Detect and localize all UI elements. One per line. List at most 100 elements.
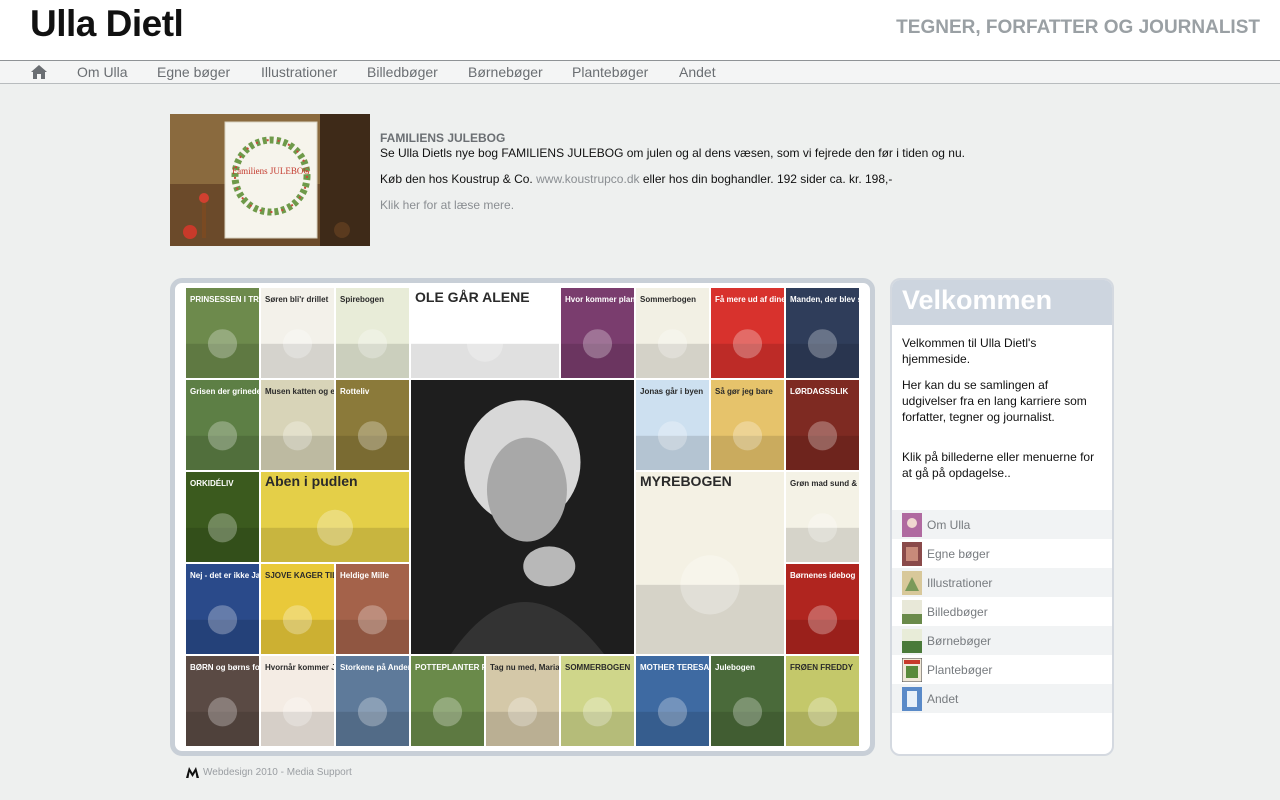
- book-cover[interactable]: Hvor kommer planterne fra: [561, 288, 634, 378]
- cover-title: FRØEN FREDDY: [790, 663, 854, 672]
- book-cover[interactable]: Manden, der blev sig selv: [786, 288, 859, 378]
- koustrup-link[interactable]: www.koustrupco.dk: [536, 172, 639, 186]
- book-cover[interactable]: Heldige Mille: [336, 564, 409, 654]
- side-menu-label: Andet: [927, 691, 959, 706]
- cover-title: Så gør jeg bare: [715, 387, 773, 396]
- side-menu: Om Ulla Egne bøger Illustrationer Billed…: [892, 510, 1112, 713]
- site-tagline: TEGNER, FORFATTER OG JOURNALIST: [896, 17, 1260, 38]
- side-menu-item-andet[interactable]: Andet: [892, 684, 1112, 713]
- book-cover[interactable]: Grisen der grinede: [186, 380, 259, 470]
- cover-title: SJOVE KAGER TIL FEST: [265, 571, 334, 580]
- site-title[interactable]: Ulla Dietl: [30, 3, 184, 45]
- book-cover[interactable]: FRØEN FREDDY: [786, 656, 859, 746]
- cover-title: MYREBOGEN: [640, 473, 732, 489]
- book-cover[interactable]: BØRN og børns forhold: [186, 656, 259, 746]
- side-menu-item-om-ulla[interactable]: Om Ulla: [892, 510, 1112, 539]
- book-cover[interactable]: Rotteliv: [336, 380, 409, 470]
- welcome-heading: Velkommen: [892, 280, 1112, 325]
- cover-title: POTTEPLANTER FRA LØG & KNOLDE: [415, 663, 484, 672]
- cover-title: Få mere ud af dine voksne: [715, 295, 784, 304]
- book-cover[interactable]: Grøn mad sund & glad: [786, 472, 859, 562]
- book-cover[interactable]: PRINSESSEN I TROLDBURET: [186, 288, 259, 378]
- book-cover[interactable]: SJOVE KAGER TIL FEST: [261, 564, 334, 654]
- book-cover[interactable]: Musen katten og elefanten: [261, 380, 334, 470]
- book-cover[interactable]: MYREBOGEN: [636, 472, 784, 654]
- nav-item-egne-boger[interactable]: Egne bøger: [157, 64, 230, 80]
- side-menu-label: Billedbøger: [927, 604, 988, 619]
- cover-title: Storkene på Andersens tag: [340, 663, 409, 672]
- book-cover[interactable]: Så gør jeg bare: [711, 380, 784, 470]
- cover-title: SOMMERBOGEN: [565, 663, 631, 672]
- cover-title: Aben i pudlen: [265, 473, 358, 489]
- feature-title: FAMILIENS JULEBOG: [380, 131, 506, 145]
- side-menu-item-egne-boger[interactable]: Egne bøger: [892, 539, 1112, 568]
- cover-title: Søren bli'r drillet: [265, 295, 329, 304]
- side-menu-item-borneboger[interactable]: Børnebøger: [892, 626, 1112, 655]
- welcome-body: Velkommen til Ulla Dietl's hjemmeside. H…: [892, 325, 1112, 481]
- side-menu-label: Om Ulla: [927, 517, 971, 532]
- cover-title: LØRDAGSSLIK: [790, 387, 848, 396]
- welcome-text-1: Velkommen til Ulla Dietl's hjemmeside.: [902, 336, 1037, 366]
- thumbnail-icon: [902, 541, 922, 566]
- book-gallery: PRINSESSEN I TROLDBURET Søren bli'r drill…: [170, 278, 875, 756]
- cover-title: Sommerbogen: [640, 295, 696, 304]
- read-more-link[interactable]: Klik her for at læse mere.: [380, 197, 1000, 213]
- main-nav: Om Ulla Egne bøger Illustrationer Billed…: [0, 60, 1280, 84]
- side-menu-item-illustrationer[interactable]: Illustrationer: [892, 568, 1112, 597]
- book-cover[interactable]: Jonas går i byen: [636, 380, 709, 470]
- book-cover[interactable]: Julebogen: [711, 656, 784, 746]
- book-cover[interactable]: OLE GÅR ALENE: [411, 288, 559, 378]
- author-portrait[interactable]: [411, 380, 634, 654]
- book-cover[interactable]: Børnenes idebog: [786, 564, 859, 654]
- book-cover[interactable]: Få mere ud af dine voksne: [711, 288, 784, 378]
- cover-title: OLE GÅR ALENE: [415, 289, 530, 305]
- book-cover[interactable]: SOMMERBOGEN: [561, 656, 634, 746]
- book-cover[interactable]: ORKIDÉLIV: [186, 472, 259, 562]
- welcome-text-2: Her kan du se samlingen af udgivelser fr…: [902, 378, 1087, 424]
- nav-item-andet[interactable]: Andet: [679, 64, 716, 80]
- book-cover[interactable]: Storkene på Andersens tag: [336, 656, 409, 746]
- book-cover[interactable]: MOTHER TERESA: [636, 656, 709, 746]
- feature-line-1: Se Ulla Dietls nye bog FAMILIENS JULEBOG…: [380, 146, 965, 160]
- book-cover[interactable]: Aben i pudlen: [261, 472, 409, 562]
- nav-item-borneboger[interactable]: Børnebøger: [468, 64, 543, 80]
- cover-title: Børnenes idebog: [790, 571, 855, 580]
- footer-credit[interactable]: Webdesign 2010 - Media Support: [203, 767, 352, 778]
- nav-item-billedboger[interactable]: Billedbøger: [367, 64, 438, 80]
- thumbnail-icon: [902, 628, 922, 653]
- book-cover[interactable]: Søren bli'r drillet: [261, 288, 334, 378]
- cover-title: Hvornår kommer Jeppe?: [265, 663, 334, 672]
- book-cover[interactable]: Spirebogen: [336, 288, 409, 378]
- cover-title: Tag nu med, Maria!: [490, 663, 559, 672]
- book-cover[interactable]: Sommerbogen: [636, 288, 709, 378]
- featured-cover-title: Familiens JULEBOG: [232, 166, 310, 176]
- feature-description: FAMILIENS JULEBOG Se Ulla Dietls nye bog…: [380, 131, 1000, 213]
- featured-book-image[interactable]: Familiens JULEBOG: [170, 114, 370, 246]
- welcome-text-3: Klik på billederne eller menuerne for at…: [902, 450, 1095, 480]
- cover-title: Jonas går i byen: [640, 387, 703, 396]
- site-header: Ulla Dietl TEGNER, FORFATTER OG JOURNALI…: [0, 0, 1280, 61]
- book-cover[interactable]: Tag nu med, Maria!: [486, 656, 559, 746]
- home-icon[interactable]: [30, 63, 48, 81]
- side-menu-item-billedboger[interactable]: Billedbøger: [892, 597, 1112, 626]
- book-cover[interactable]: POTTEPLANTER FRA LØG & KNOLDE: [411, 656, 484, 746]
- thumbnail-icon: [902, 512, 922, 537]
- feature-line-2: Køb den hos Koustrup & Co. www.koustrupc…: [380, 171, 1000, 187]
- nav-item-illustrationer[interactable]: Illustrationer: [261, 64, 337, 80]
- side-menu-label: Illustrationer: [927, 575, 993, 590]
- side-menu-label: Børnebøger: [927, 633, 992, 648]
- nav-item-planteboger[interactable]: Plantebøger: [572, 64, 648, 80]
- cover-title: Grisen der grinede: [190, 387, 259, 396]
- feature-price-text: eller hos din boghandler. 192 sider ca. …: [642, 172, 893, 186]
- cover-title: Spirebogen: [340, 295, 384, 304]
- book-cover[interactable]: Hvornår kommer Jeppe?: [261, 656, 334, 746]
- gallery-grid: PRINSESSEN I TROLDBURET Søren bli'r drill…: [175, 283, 870, 751]
- media-support-logo-icon: [186, 767, 199, 778]
- book-cover[interactable]: Nej - det er ikke Jan!: [186, 564, 259, 654]
- cover-title: Heldige Mille: [340, 571, 389, 580]
- footer: Webdesign 2010 - Media Support: [186, 767, 352, 778]
- nav-item-om-ulla[interactable]: Om Ulla: [77, 64, 128, 80]
- cover-title: Manden, der blev sig selv: [790, 295, 859, 304]
- side-menu-item-planteboger[interactable]: Plantebøger: [892, 655, 1112, 684]
- book-cover[interactable]: LØRDAGSSLIK: [786, 380, 859, 470]
